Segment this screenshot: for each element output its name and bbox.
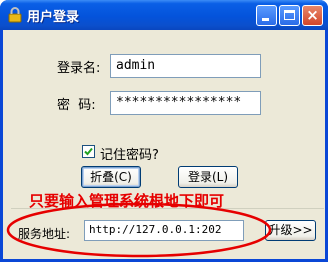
login-window: 用户登录 × 登录名: admin 密 码: **************** … <box>0 0 328 262</box>
close-icon: × <box>306 6 319 24</box>
remember-password-label[interactable]: 记住密码? <box>100 144 159 163</box>
collapse-button[interactable]: 折叠(C) <box>81 166 141 188</box>
padlock-icon <box>8 7 22 23</box>
close-button[interactable]: × <box>302 5 323 26</box>
username-input[interactable]: admin <box>110 54 261 78</box>
password-label: 密 码: <box>57 98 96 113</box>
title-bar[interactable]: 用户登录 × <box>0 0 328 30</box>
password-input[interactable]: **************** <box>110 91 261 115</box>
checkmark-icon <box>84 147 93 156</box>
maximize-icon <box>284 10 295 20</box>
annotation-ellipse <box>6 202 272 258</box>
window-title: 用户登录 <box>27 10 80 25</box>
remember-password-checkbox[interactable] <box>82 145 95 158</box>
minimize-button[interactable] <box>256 5 277 26</box>
username-value: admin <box>116 58 156 73</box>
minimize-icon <box>262 18 269 21</box>
password-value: **************** <box>116 95 242 110</box>
username-label: 登录名: <box>57 61 101 76</box>
maximize-button[interactable] <box>279 5 300 26</box>
login-button[interactable]: 登录(L) <box>178 166 238 188</box>
